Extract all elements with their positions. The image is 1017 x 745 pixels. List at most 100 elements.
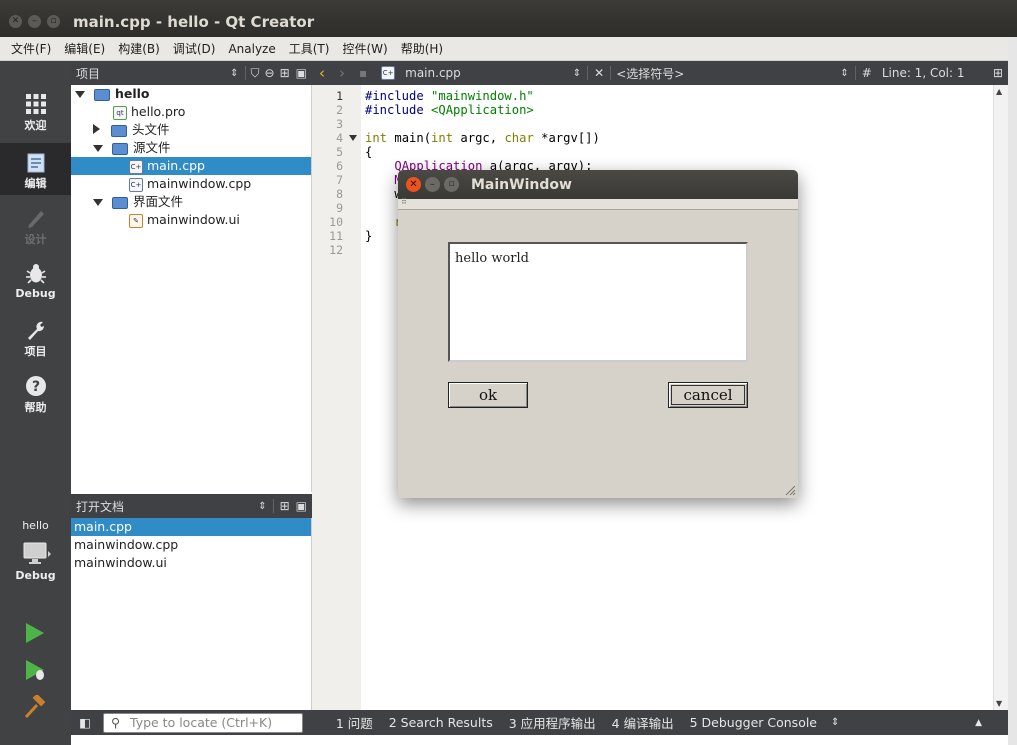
- window-minimize-button[interactable]: –: [28, 15, 41, 28]
- mode-edit[interactable]: 编辑: [0, 143, 71, 195]
- sync-link-icon[interactable]: ⊖: [265, 66, 275, 80]
- open-doc-mainwindow-cpp[interactable]: mainwindow.cpp: [71, 536, 311, 554]
- tree-item-forms[interactable]: 界面文件: [93, 193, 183, 211]
- toolbar-handle-icon[interactable]: ⠿: [401, 197, 407, 206]
- folder-icon: [111, 142, 128, 155]
- scroll-up-icon[interactable]: ▲: [996, 87, 1002, 96]
- menu-edit[interactable]: 编辑(E): [64, 40, 105, 57]
- build-button[interactable]: [23, 693, 47, 722]
- line-number-gutter: 1 2 3 4 5 6 7 8 9 10 11 12: [312, 85, 361, 710]
- locator-input[interactable]: ⚲ Type to locate (Ctrl+K): [103, 713, 303, 733]
- close-pane-icon[interactable]: ▣: [296, 66, 307, 80]
- kit-config-label: Debug: [15, 569, 56, 582]
- forward-arrow-icon[interactable]: ›: [339, 64, 345, 82]
- tree-item-label: 源文件: [132, 140, 171, 155]
- filter-icon[interactable]: ⛉: [251, 66, 260, 81]
- code-line: #include "mainwindow.h": [365, 89, 534, 103]
- close-document-icon[interactable]: ✕: [594, 66, 604, 80]
- code-token: #include: [365, 103, 432, 117]
- ok-button[interactable]: ok: [448, 382, 528, 408]
- close-pane-icon[interactable]: ▣: [296, 499, 307, 513]
- mode-projects-label: 项目: [24, 345, 47, 358]
- open-doc-main-cpp[interactable]: main.cpp: [71, 518, 311, 536]
- wrench-icon: [27, 321, 44, 340]
- mode-edit-label: 编辑: [24, 177, 47, 190]
- open-docs-title: 打开文档: [76, 499, 125, 514]
- mainwindow-dialog: ✕ – ▫ MainWindow ⠿ hello world ok cancel: [398, 170, 798, 498]
- back-arrow-icon[interactable]: ‹: [319, 64, 325, 82]
- code-line: {: [365, 145, 373, 159]
- mode-welcome[interactable]: 欢迎: [0, 93, 71, 133]
- symbol-dropdown-icon[interactable]: ⇕: [840, 68, 848, 79]
- code-line: }: [365, 229, 373, 243]
- scroll-down-icon[interactable]: ▼: [996, 699, 1002, 708]
- window-close-button[interactable]: ✕: [9, 15, 22, 28]
- menu-debug[interactable]: 调试(D): [173, 40, 216, 57]
- code-token: <QApplication>: [431, 103, 534, 117]
- toggle-sidebar-icon[interactable]: ◧: [79, 715, 91, 730]
- debug-run-icon: [26, 660, 44, 680]
- dialog-close-button[interactable]: ✕: [406, 177, 421, 192]
- split-editor-icon[interactable]: ⊞: [993, 66, 1003, 80]
- expand-arrow-icon[interactable]: [93, 199, 103, 206]
- tree-item-headers[interactable]: 头文件: [93, 121, 170, 139]
- expand-arrow-icon[interactable]: [93, 124, 100, 134]
- menu-help[interactable]: 帮助(H): [401, 40, 443, 57]
- debug-run-button[interactable]: [23, 658, 47, 685]
- cpp-file-icon: C+: [129, 177, 143, 192]
- file-dropdown-icon[interactable]: ⇕: [573, 68, 581, 79]
- view-switch-icon[interactable]: ⇕: [258, 501, 266, 512]
- mode-projects[interactable]: 项目: [0, 319, 71, 359]
- code-token: *argv[]): [533, 131, 600, 145]
- expand-arrow-icon[interactable]: [93, 145, 103, 152]
- dialog-maximize-button[interactable]: ▫: [444, 177, 459, 192]
- tree-item-mainwindow-cpp[interactable]: C+ mainwindow.cpp: [129, 175, 251, 193]
- menu-tools[interactable]: 工具(T): [289, 40, 330, 57]
- cancel-button[interactable]: cancel: [668, 382, 748, 408]
- more-tabs-icon[interactable]: ⇕: [831, 717, 839, 728]
- tree-item-mainwindow-ui[interactable]: ✎ mainwindow.ui: [129, 211, 240, 229]
- mode-help-label: 帮助: [24, 401, 47, 414]
- output-tab-compile-output[interactable]: 4 编译输出: [612, 713, 674, 732]
- kit-selector[interactable]: Debug: [0, 541, 71, 593]
- output-tab-debugger-console[interactable]: 5 Debugger Console: [690, 715, 817, 730]
- code-line: #include <QApplication>: [365, 103, 534, 117]
- dialog-text-edit[interactable]: hello world: [448, 242, 748, 362]
- current-file-name[interactable]: main.cpp: [405, 66, 461, 80]
- tree-item-sources[interactable]: 源文件: [93, 139, 171, 157]
- tree-item-hello-pro[interactable]: qt hello.pro: [113, 103, 185, 121]
- open-doc-mainwindow-ui[interactable]: mainwindow.ui: [71, 554, 311, 572]
- hammer-icon: [24, 693, 46, 719]
- maximize-output-icon[interactable]: ▲: [975, 718, 982, 728]
- window-maximize-button[interactable]: ▫: [47, 15, 60, 28]
- expand-arrow-icon[interactable]: [75, 91, 85, 98]
- encoding-hash[interactable]: #: [862, 66, 872, 80]
- resize-grip-icon[interactable]: [784, 484, 796, 496]
- cpp-file-icon: C+: [381, 66, 396, 80]
- menu-build[interactable]: 构建(B): [118, 40, 160, 57]
- tree-root-hello[interactable]: hello: [75, 85, 150, 103]
- line-number: 12: [329, 243, 343, 257]
- split-icon[interactable]: ⊞: [280, 66, 290, 80]
- open-docs-list: main.cpp mainwindow.cpp mainwindow.ui: [71, 518, 312, 710]
- output-tab-issues[interactable]: 1 问题: [336, 713, 373, 732]
- fold-marker-icon[interactable]: [349, 135, 357, 141]
- editor-scrollbar[interactable]: ▲ ▼: [993, 85, 1008, 710]
- view-switch-icon[interactable]: ⇕: [230, 68, 238, 79]
- line-number: 7: [336, 173, 343, 187]
- output-tab-search-results[interactable]: 2 Search Results: [389, 715, 493, 730]
- mode-help[interactable]: ? 帮助: [0, 375, 71, 415]
- run-button[interactable]: [23, 621, 47, 648]
- menu-analyze[interactable]: Analyze: [228, 42, 275, 56]
- mode-debug[interactable]: Debug: [0, 263, 71, 300]
- mode-design[interactable]: 设计: [0, 207, 71, 247]
- symbol-selector[interactable]: <选择符号>: [616, 65, 684, 82]
- cursor-position[interactable]: Line: 1, Col: 1: [882, 66, 965, 80]
- dialog-minimize-button[interactable]: –: [425, 177, 440, 192]
- split-icon[interactable]: ⊞: [280, 499, 290, 513]
- output-tab-application-output[interactable]: 3 应用程序输出: [509, 713, 596, 732]
- separator: [272, 499, 274, 513]
- tree-item-main-cpp[interactable]: C+ main.cpp: [71, 157, 311, 175]
- menu-widgets[interactable]: 控件(W): [342, 40, 387, 57]
- menu-file[interactable]: 文件(F): [11, 40, 51, 57]
